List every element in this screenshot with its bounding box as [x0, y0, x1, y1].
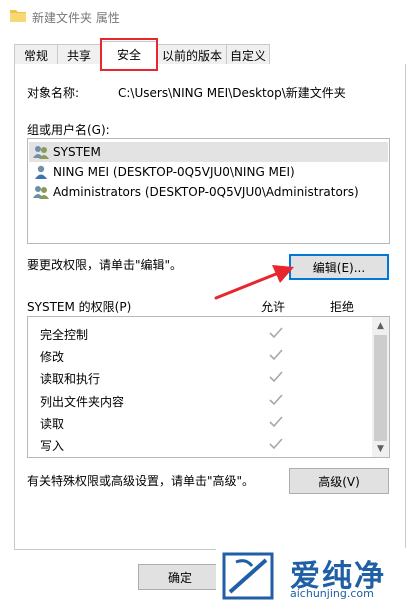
allow-check-icon [269, 349, 283, 361]
list-item-ning-mei[interactable]: NING MEI (DESKTOP-0Q5VJU0\NING MEI) [29, 162, 388, 182]
permission-read: 读取 [40, 417, 65, 431]
allow-column-header: 允许 [261, 300, 286, 314]
group-list-label: 组或用户名(G): [27, 123, 110, 137]
permissions-scrollbar[interactable]: ▲ ▼ [372, 317, 389, 457]
tab-label: 共享 [66, 48, 91, 63]
tab-customize[interactable]: 自定义 [226, 44, 270, 65]
tab-general[interactable]: 常规 [14, 44, 58, 65]
list-item-label: Administrators (DESKTOP-0Q5VJU0\Administ… [53, 185, 359, 199]
tab-previous-versions[interactable]: 以前的版本 [157, 44, 227, 65]
scroll-down-icon[interactable]: ▼ [372, 440, 389, 457]
scroll-thumb[interactable] [374, 335, 387, 441]
allow-check-icon [269, 394, 283, 406]
permission-read-execute: 读取和执行 [40, 372, 101, 386]
tab-security[interactable]: 安全 [100, 41, 158, 66]
group-user-list[interactable]: SYSTEM NING MEI (DESKTOP-0Q5VJU0\NING ME… [27, 138, 390, 244]
edit-hint: 要更改权限，请单击"编辑"。 [27, 258, 183, 272]
permission-full-control: 完全控制 [40, 328, 89, 342]
watermark-url: aichunjing.com [290, 587, 374, 600]
allow-check-icon [269, 416, 283, 428]
permissions-list: 完全控制 修改 读取和执行 列出文件夹内容 读取 写入 ▲ ▼ [27, 316, 390, 458]
scroll-up-icon[interactable]: ▲ [372, 317, 389, 334]
permission-modify: 修改 [40, 350, 65, 364]
permission-list-folder: 列出文件夹内容 [40, 395, 125, 409]
allow-check-icon [269, 438, 283, 450]
object-name-value: C:\Users\NING MEI\Desktop\新建文件夹 [118, 86, 346, 100]
tab-label: 安全 [116, 47, 141, 62]
edit-button[interactable]: 编辑(E)... [289, 254, 389, 280]
folder-icon [10, 10, 26, 22]
ok-button[interactable]: 确定 [138, 564, 222, 590]
title-bar: 新建文件夹 属性 [0, 0, 414, 36]
group-users-icon [33, 186, 49, 199]
list-item-label: NING MEI (DESKTOP-0Q5VJU0\NING MEI) [53, 165, 295, 179]
group-users-icon [33, 146, 49, 159]
watermark-logo-icon [222, 552, 274, 600]
list-item-administrators[interactable]: Administrators (DESKTOP-0Q5VJU0\Administ… [29, 182, 388, 202]
list-item-system[interactable]: SYSTEM [29, 142, 388, 162]
object-name-label: 对象名称: [27, 86, 80, 100]
permission-write: 写入 [40, 439, 65, 453]
window-title: 新建文件夹 属性 [32, 11, 120, 25]
tab-label: 自定义 [229, 48, 266, 63]
deny-column-header: 拒绝 [330, 300, 355, 314]
tab-sharing[interactable]: 共享 [57, 44, 101, 65]
advanced-hint: 有关特殊权限或高级设置，请单击"高级"。 [27, 474, 255, 488]
allow-check-icon [269, 327, 283, 339]
tab-label: 常规 [23, 48, 48, 63]
tab-label: 以前的版本 [161, 48, 222, 63]
user-icon [35, 165, 47, 179]
advanced-button[interactable]: 高级(V) [289, 468, 389, 494]
allow-check-icon [269, 371, 283, 383]
permissions-title: SYSTEM 的权限(P) [27, 300, 132, 314]
list-item-label: SYSTEM [53, 145, 101, 159]
